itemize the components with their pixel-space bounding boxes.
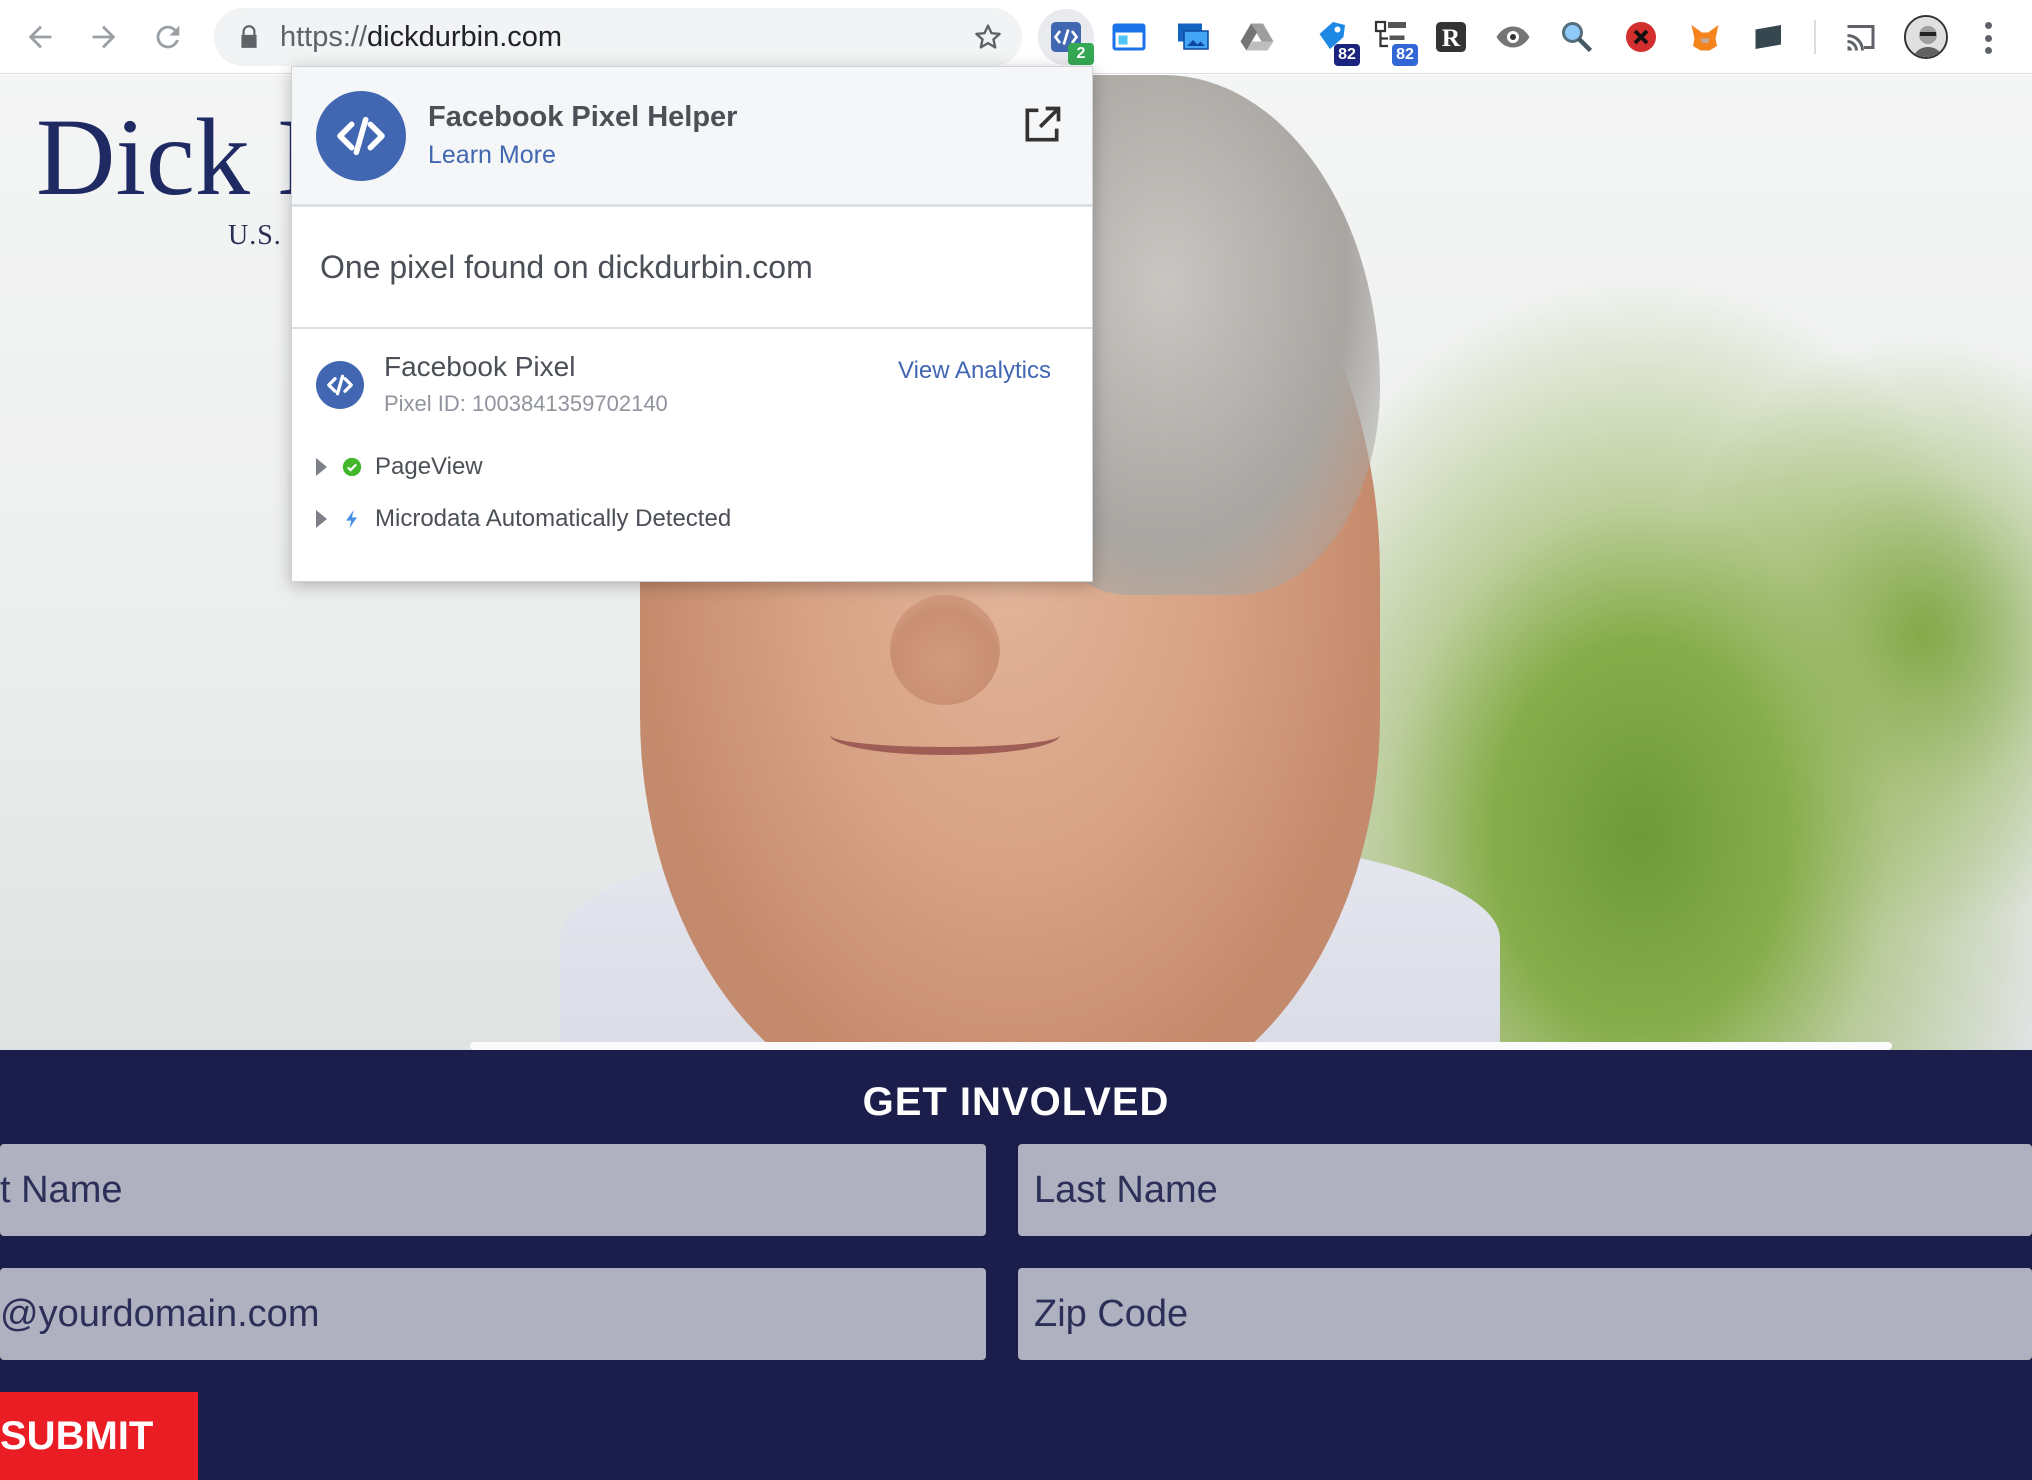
popup-title: Facebook Pixel Helper <box>428 101 738 133</box>
eye-extension[interactable] <box>1492 16 1534 58</box>
cast-icon <box>1847 25 1875 51</box>
screenshot-extension[interactable] <box>1172 16 1214 58</box>
popup-divider <box>292 327 1092 329</box>
blocker-extension[interactable] <box>1620 16 1662 58</box>
pixel-entry-logo <box>316 361 364 409</box>
first-name-field[interactable]: t Name <box>0 1144 986 1236</box>
browser-toolbar: https://dickdurbin.com 2 82 82 R <box>0 0 2032 74</box>
expand-triangle-icon <box>316 510 327 528</box>
facebook-pixel-helper-extension[interactable]: 2 <box>1038 9 1094 65</box>
eye-icon <box>1496 26 1530 48</box>
screen-icon <box>1755 25 1781 49</box>
pixel-helper-logo <box>316 91 406 181</box>
window-icon <box>1112 23 1146 51</box>
code-brackets-icon <box>327 374 353 396</box>
pixel-count-badge: 2 <box>1068 43 1094 65</box>
event-row-pageview[interactable]: PageView <box>316 451 483 483</box>
code-brackets-icon <box>337 116 385 156</box>
view-analytics-link[interactable]: View Analytics <box>898 357 1051 385</box>
tag-assistant-extension[interactable]: 82 <box>1312 16 1360 66</box>
r-extension[interactable]: R <box>1430 16 1472 58</box>
forward-arrow-icon <box>92 25 116 49</box>
google-drive-extension[interactable] <box>1236 16 1278 58</box>
url-scheme: https:// <box>280 21 368 53</box>
url-host: dickdurbin.com <box>367 21 563 53</box>
window-extension[interactable] <box>1108 16 1150 58</box>
cast-button[interactable] <box>1840 16 1882 58</box>
learn-more-link[interactable]: Learn More <box>428 141 556 170</box>
hero-nose-shape <box>890 595 1000 705</box>
magnifier-icon <box>1562 22 1593 53</box>
get-involved-section: GET INVOLVED t Name Last Name @yourdomai… <box>0 1050 2032 1480</box>
submit-button[interactable]: SUBMIT <box>0 1392 198 1480</box>
hero-divider <box>470 1042 1892 1050</box>
email-field[interactable]: @yourdomain.com <box>0 1268 986 1360</box>
screenshot-icon <box>1178 23 1209 50</box>
tag-assistant-badge: 82 <box>1334 44 1360 66</box>
pixel-helper-popup: Facebook Pixel Helper Learn More One pix… <box>291 66 1093 582</box>
r-letter-icon: R <box>1436 22 1466 52</box>
drive-icon <box>1240 23 1274 51</box>
lock-icon <box>241 25 257 48</box>
reload-icon <box>156 25 180 49</box>
popup-header: Facebook Pixel Helper Learn More <box>292 67 1092 207</box>
tag-manager-badge: 82 <box>1392 44 1418 66</box>
zip-code-field[interactable]: Zip Code <box>1018 1268 2032 1360</box>
browser-menu-button[interactable] <box>1980 18 1996 58</box>
expand-triangle-icon <box>316 458 327 476</box>
screen-extension[interactable] <box>1748 16 1790 58</box>
check-circle-icon <box>341 456 363 478</box>
pixel-found-summary: One pixel found on dickdurbin.com <box>320 249 813 285</box>
get-involved-title: GET INVOLVED <box>862 1080 1170 1124</box>
event-label: Microdata Automatically Detected <box>375 505 732 532</box>
menu-dot-icon <box>1984 34 1992 42</box>
url-text[interactable]: https://dickdurbin.com <box>280 21 562 53</box>
pixel-name: Facebook Pixel <box>384 351 576 382</box>
profile-avatar[interactable] <box>1904 15 1948 59</box>
menu-dot-icon <box>1984 47 1992 54</box>
fox-icon <box>1691 25 1719 51</box>
toolbar-separator <box>1814 20 1816 54</box>
svg-text:R: R <box>1442 23 1461 52</box>
magnifier-extension[interactable] <box>1556 16 1598 58</box>
address-bar[interactable]: https://dickdurbin.com <box>214 8 1022 66</box>
avatar-face-icon <box>1906 17 1946 57</box>
last-name-field[interactable]: Last Name <box>1018 1144 2032 1236</box>
lightning-icon <box>341 508 363 530</box>
hero-mouth-shape <box>830 715 1060 755</box>
reload-button[interactable] <box>144 13 192 61</box>
pixel-id: Pixel ID: 1003841359702140 <box>384 391 668 416</box>
blocker-icon <box>1626 22 1656 52</box>
back-arrow-icon <box>28 25 52 49</box>
menu-dot-icon <box>1984 22 1992 29</box>
bookmark-star-icon[interactable] <box>972 21 1004 53</box>
back-button[interactable] <box>16 13 64 61</box>
event-label: PageView <box>375 453 483 480</box>
metamask-extension[interactable] <box>1684 16 1726 58</box>
tag-manager-extension[interactable]: 82 <box>1370 16 1418 66</box>
open-external-icon[interactable] <box>1020 103 1064 147</box>
event-row-microdata[interactable]: Microdata Automatically Detected <box>316 503 731 535</box>
forward-button[interactable] <box>80 13 128 61</box>
